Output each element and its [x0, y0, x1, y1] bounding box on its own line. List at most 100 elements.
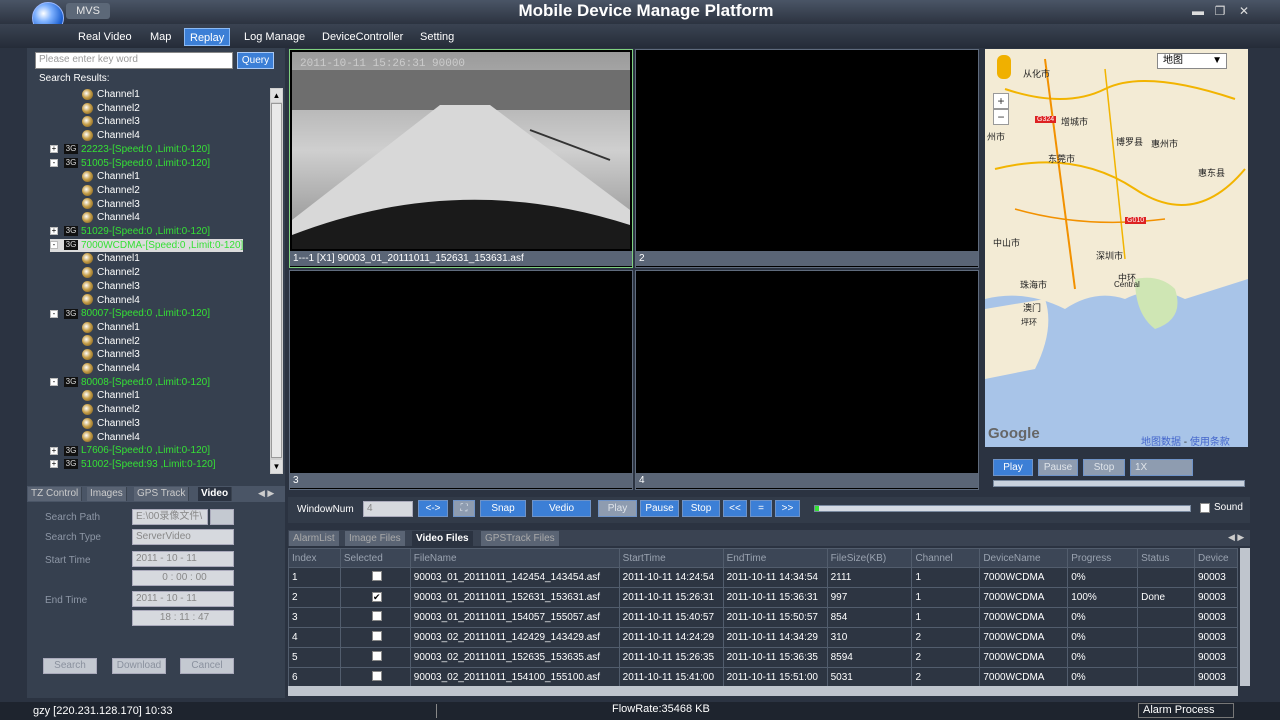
tree-channel-item[interactable]: Channel4 [82, 211, 140, 224]
tree-scroll-thumb[interactable] [271, 103, 282, 458]
column-header[interactable]: EndTime [722, 548, 828, 568]
end-date-field[interactable]: 2011 - 10 - 11 [132, 591, 234, 607]
download-button[interactable]: Download [112, 658, 166, 674]
play-button[interactable]: Play [598, 500, 637, 517]
scroll-down-icon[interactable]: ▼ [271, 460, 282, 473]
search-input[interactable]: Please enter key word [35, 52, 233, 69]
tab-gps-track-files[interactable]: GPSTrack Files [481, 531, 559, 546]
collapse-icon[interactable]: - [50, 378, 58, 387]
playback-progress-bar[interactable] [814, 505, 1191, 512]
checkbox-unchecked-icon[interactable] [371, 571, 382, 581]
table-row[interactable]: 6 90003_02_20111011_154100_155100.asf 2011… [288, 667, 1238, 686]
menu-device-controller[interactable]: DeviceController [317, 28, 408, 46]
end-time-field[interactable]: 18 : 11 : 47 [132, 610, 234, 626]
column-header[interactable]: Channel [911, 548, 981, 568]
table-row[interactable]: 5 90003_02_20111011_152635_153635.asf 2011… [288, 647, 1238, 668]
checkbox-unchecked-icon[interactable] [371, 671, 382, 681]
search-type-select[interactable]: ServerVideo [132, 529, 234, 545]
tree-channel-item[interactable]: Channel1 [82, 88, 140, 101]
tree-device-item[interactable]: +3G 22223-[Speed:0 ,Limit:0-120] [50, 143, 210, 156]
tree-channel-item[interactable]: Channel3 [82, 348, 140, 361]
checkbox-unchecked-icon[interactable] [371, 611, 382, 621]
expand-icon[interactable]: + [50, 460, 58, 469]
search-path-field[interactable]: E:\00录像文件\ [132, 509, 208, 525]
expand-icon[interactable]: + [50, 446, 58, 455]
tree-channel-item[interactable]: Channel1 [82, 389, 140, 402]
close-icon[interactable]: ✕ [1236, 4, 1252, 18]
map-play-button[interactable]: Play [993, 459, 1033, 476]
swap-button[interactable]: <-> [418, 500, 448, 517]
tree-channel-item[interactable]: Channel2 [82, 403, 140, 416]
tree-device-item[interactable]: +3G 51002-[Speed:93 ,Limit:0-120] [50, 458, 216, 471]
query-button[interactable]: Query [237, 52, 274, 69]
table-hscrollbar[interactable] [288, 686, 1238, 696]
tab-scroll-icon[interactable]: ◀ ▶ [1228, 532, 1244, 543]
normal-speed-button[interactable]: = [750, 500, 772, 517]
row-select-cell[interactable]: ✔ [339, 587, 411, 608]
collapse-icon[interactable]: - [50, 158, 58, 167]
tree-channel-item[interactable]: Channel1 [82, 170, 140, 183]
sound-checkbox[interactable] [1200, 503, 1210, 513]
speed-select[interactable]: 1X [1130, 459, 1193, 476]
tree-channel-item[interactable]: Channel3 [82, 280, 140, 293]
column-header[interactable]: StartTime [618, 548, 724, 568]
column-header[interactable]: Progress [1067, 548, 1139, 568]
tree-channel-item[interactable]: Channel4 [82, 294, 140, 307]
rewind-button[interactable]: << [723, 500, 747, 517]
checkbox-checked-icon[interactable]: ✔ [371, 592, 382, 602]
stop-button[interactable]: Stop [682, 500, 720, 517]
alarm-process-button[interactable]: Alarm Process [1138, 703, 1234, 718]
search-button[interactable]: Search [43, 658, 97, 674]
tree-device-item[interactable]: -3G 51005-[Speed:0 ,Limit:0-120] [50, 157, 210, 170]
zoom-in-icon[interactable]: + [993, 93, 1009, 109]
column-header[interactable]: FileName [409, 548, 620, 568]
video-window-2[interactable]: 2 [635, 49, 979, 268]
column-header[interactable]: Status [1137, 548, 1195, 568]
map-type-select[interactable]: 地图 ▼ [1157, 53, 1227, 69]
tab-alarm-list[interactable]: AlarmList [289, 531, 339, 546]
video-window-4[interactable]: 4 [635, 270, 979, 490]
tab-video-files[interactable]: Video Files [412, 531, 473, 546]
row-select-cell[interactable] [339, 567, 411, 588]
tab-images[interactable]: Images [87, 487, 127, 501]
tab-video[interactable]: Video [198, 487, 233, 501]
table-vscrollbar[interactable] [1240, 548, 1250, 686]
menu-replay[interactable]: Replay [184, 28, 231, 46]
table-row[interactable]: 2 ✔ 90003_01_20111011_152631_153631.asf 201… [288, 587, 1238, 608]
tree-channel-item[interactable]: Channel3 [82, 198, 140, 211]
menu-log-manage[interactable]: Log Manage [239, 28, 310, 46]
tab-scroll-icon[interactable]: ◀ ▶ [258, 488, 274, 499]
tree-device-item[interactable]: -3G 80007-[Speed:0 ,Limit:0-120] [50, 307, 210, 320]
tree-channel-item[interactable]: Channel2 [82, 266, 140, 279]
fullscreen-icon[interactable]: ⛶ [453, 500, 475, 517]
table-row[interactable]: 1 90003_01_20111011_142454_143454.asf 2011… [288, 567, 1238, 588]
pause-button[interactable]: Pause [640, 500, 679, 517]
column-header[interactable]: Device [1193, 548, 1238, 568]
collapse-icon[interactable]: - [50, 241, 58, 250]
tree-channel-item[interactable]: Channel4 [82, 431, 140, 444]
tree-channel-item[interactable]: Channel4 [82, 129, 140, 142]
browse-button[interactable] [210, 509, 234, 525]
column-header[interactable]: DeviceName [979, 548, 1069, 568]
tree-device-item[interactable]: -3G 7000WCDMA-[Speed:0 ,Limit:0-120] [50, 238, 244, 252]
start-date-field[interactable]: 2011 - 10 - 11 [132, 551, 234, 567]
collapse-icon[interactable]: - [50, 309, 58, 318]
map-stop-button[interactable]: Stop [1083, 459, 1125, 476]
scroll-up-icon[interactable]: ▲ [271, 89, 282, 102]
tree-device-item[interactable]: +3G L7606-[Speed:0 ,Limit:0-120] [50, 444, 210, 457]
row-select-cell[interactable] [339, 607, 411, 628]
map-credits[interactable]: 地图数据 - 使用条款 [1141, 433, 1230, 447]
snap-button[interactable]: Snap [480, 500, 526, 517]
menu-map[interactable]: Map [145, 28, 176, 46]
checkbox-unchecked-icon[interactable] [371, 631, 382, 641]
tab-gps-track[interactable]: GPS Track [134, 487, 190, 501]
video-window-3[interactable]: 3 [289, 270, 633, 490]
tree-channel-item[interactable]: Channel2 [82, 335, 140, 348]
row-select-cell[interactable] [339, 627, 411, 648]
tree-channel-item[interactable]: Channel3 [82, 417, 140, 430]
row-select-cell[interactable] [339, 667, 411, 686]
video-window-1[interactable]: 2011-10-11 15:26:31 90000 1---1 [X1] 900… [289, 49, 633, 268]
map-progress-bar[interactable] [993, 480, 1245, 487]
window-num-select[interactable]: 4 [363, 501, 413, 517]
minimize-icon[interactable]: ▬ [1190, 4, 1206, 18]
